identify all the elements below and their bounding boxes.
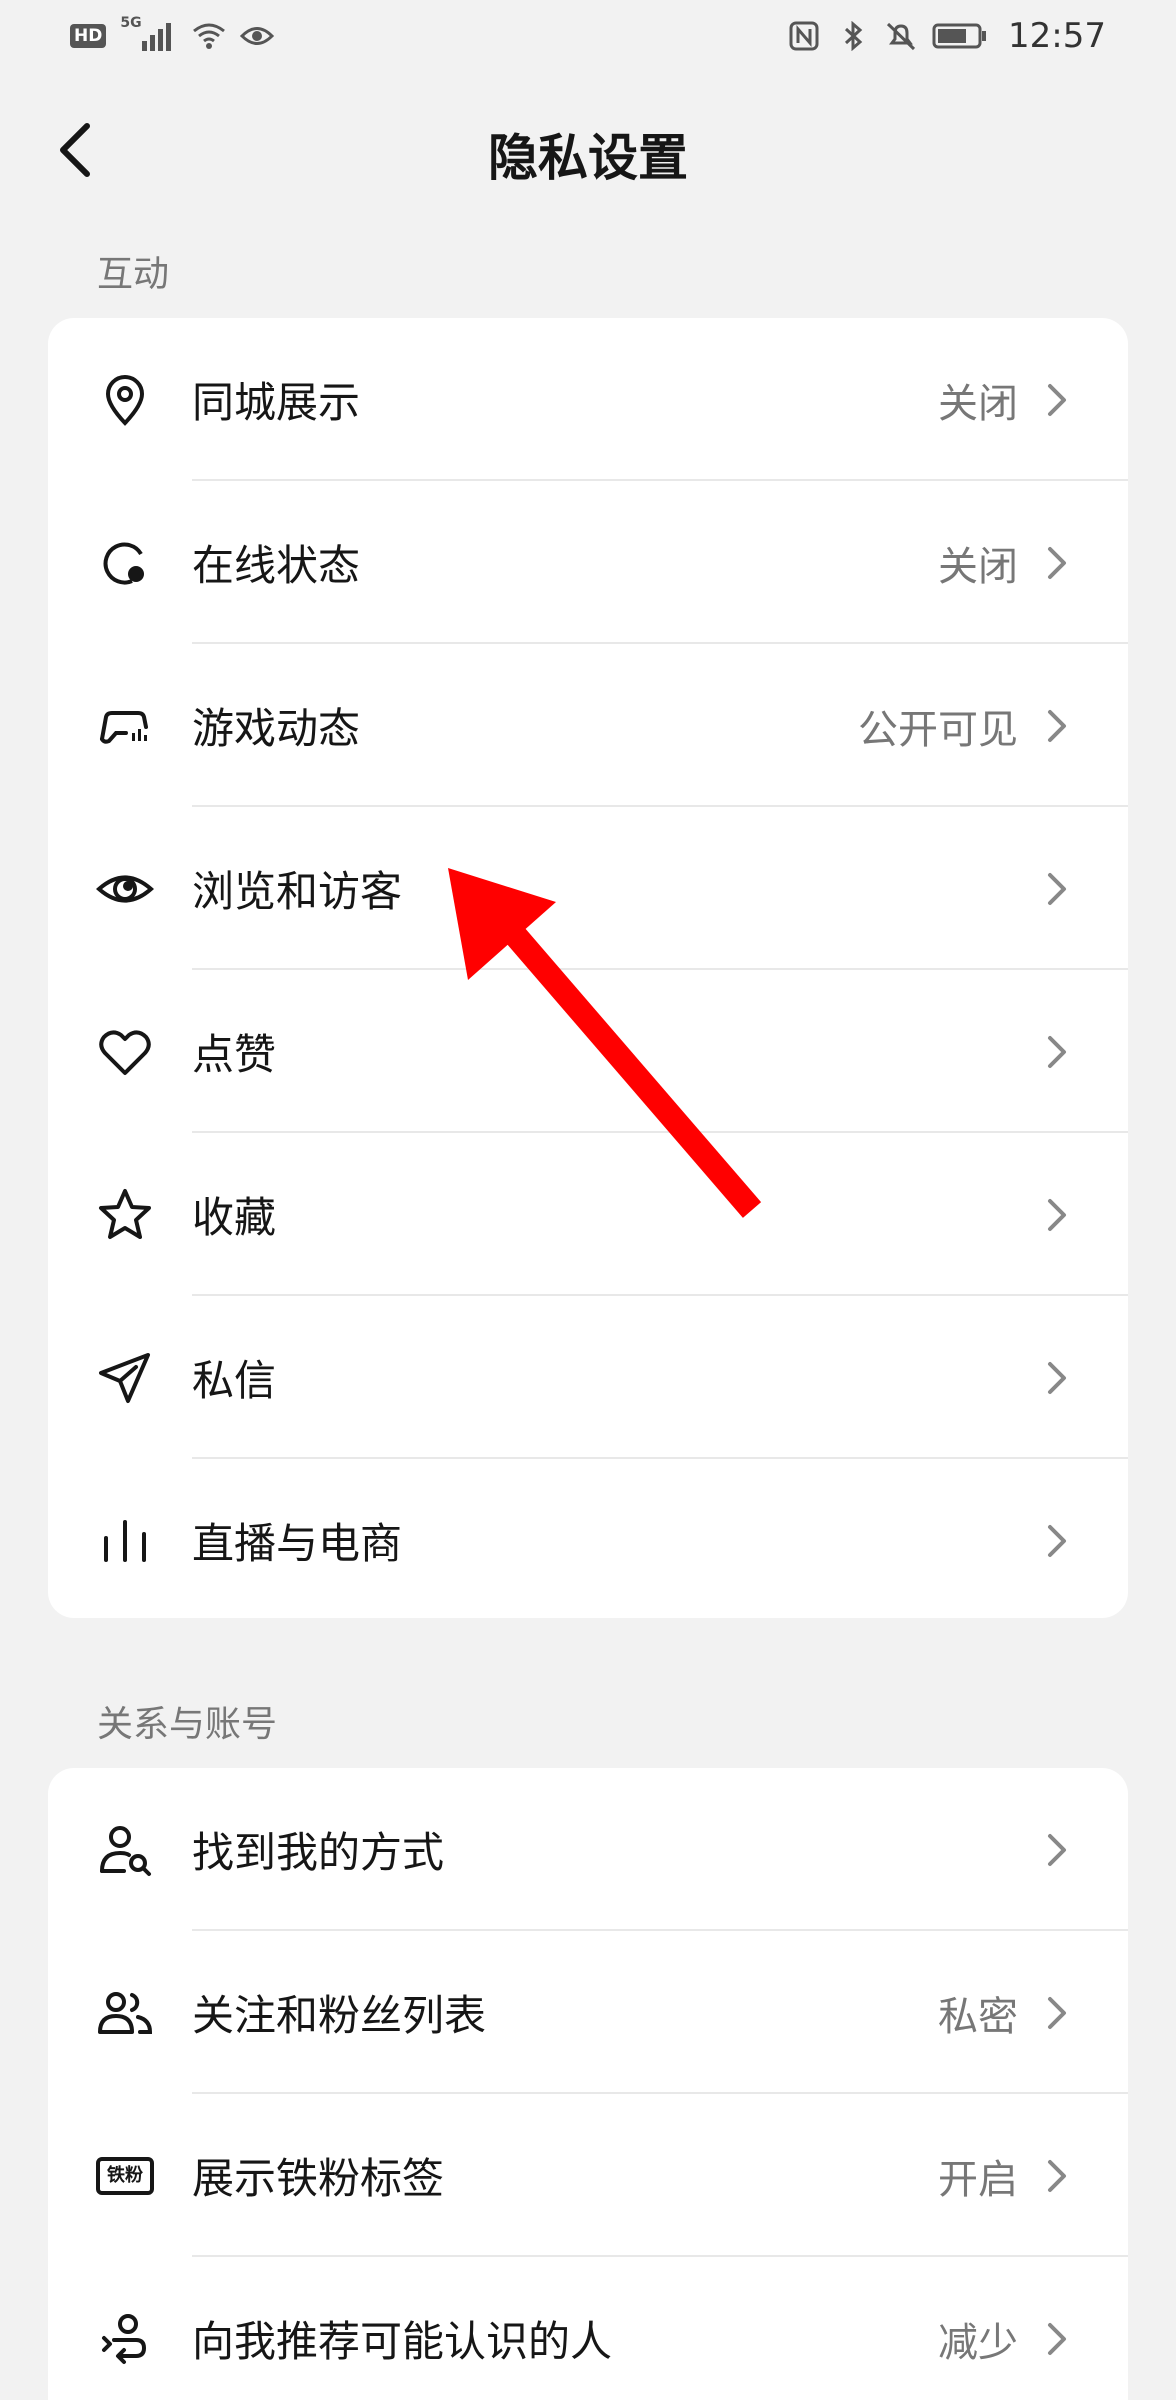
setting-value: 私密 <box>938 1993 1018 2040</box>
setting-row-online-status[interactable]: 在线状态 关闭 <box>48 481 1128 644</box>
setting-label: 找到我的方式 <box>192 1828 445 1877</box>
chevron-right-icon <box>1048 1361 1066 1394</box>
setting-label: 游戏动态 <box>192 704 361 753</box>
privacy-settings-screen: HD 5G 12:57 隐私设置 互动 同城展示 关闭 在线状态 关闭 游戏动态… <box>0 0 1176 2400</box>
setting-label: 在线状态 <box>192 541 361 590</box>
setting-row-nearby-display[interactable]: 同城展示 关闭 <box>48 318 1128 481</box>
setting-row-follow-and-fans-list[interactable]: 关注和粉丝列表 私密 <box>48 1931 1128 2094</box>
online-status-icon <box>96 534 154 592</box>
setting-label: 同城展示 <box>192 378 361 427</box>
battery-icon <box>932 23 987 49</box>
bell-off-icon <box>886 22 916 51</box>
recommend-user-icon <box>96 2310 154 2368</box>
chevron-right-icon <box>1048 1833 1066 1866</box>
bars-icon <box>96 1512 154 1570</box>
setting-row-favorites[interactable]: 收藏 <box>48 1133 1128 1296</box>
hd-badge: HD <box>70 24 107 48</box>
section-label-interaction: 互动 <box>97 254 170 295</box>
star-icon <box>96 1186 154 1244</box>
fan-badge-text: 铁粉 <box>107 2164 143 2186</box>
setting-label: 直播与电商 <box>192 1519 403 1568</box>
game-controller-icon <box>96 697 154 755</box>
user-search-icon <box>96 1821 154 1879</box>
setting-row-find-me[interactable]: 找到我的方式 <box>48 1768 1128 1931</box>
setting-value: 公开可见 <box>858 706 1018 753</box>
setting-label: 向我推荐可能认识的人 <box>192 2317 613 2366</box>
chevron-right-icon <box>1048 872 1066 905</box>
setting-label: 展示铁粉标签 <box>192 2154 445 2203</box>
setting-value: 关闭 <box>938 380 1018 427</box>
chevron-right-icon <box>1048 1996 1066 2029</box>
network-type: 5G <box>120 15 178 53</box>
interaction-settings-card: 同城展示 关闭 在线状态 关闭 游戏动态 公开可见 浏览和访客 点赞 收藏 私信… <box>48 318 1128 1618</box>
chevron-right-icon <box>1048 2322 1066 2355</box>
chevron-right-icon <box>1048 546 1066 579</box>
setting-label: 点赞 <box>192 1030 277 1079</box>
setting-row-live-and-ecommerce[interactable]: 直播与电商 <box>48 1459 1128 1618</box>
setting-label: 私信 <box>192 1356 277 1405</box>
eye-icon <box>240 27 275 45</box>
setting-row-views-and-visitors[interactable]: 浏览和访客 <box>48 807 1128 970</box>
chevron-right-icon <box>1048 383 1066 416</box>
chevron-right-icon <box>1048 1524 1066 1557</box>
setting-row-direct-messages[interactable]: 私信 <box>48 1296 1128 1459</box>
clock: 12:57 <box>1008 16 1106 56</box>
section-label-relationships-account: 关系与账号 <box>97 1704 278 1745</box>
chevron-right-icon <box>1048 2159 1066 2192</box>
setting-value: 减少 <box>938 2319 1018 2366</box>
location-pin-icon <box>96 371 154 429</box>
setting-label: 浏览和访客 <box>192 867 403 916</box>
setting-label: 关注和粉丝列表 <box>192 1991 487 2040</box>
chevron-right-icon <box>1048 709 1066 742</box>
nfc-icon <box>789 21 819 51</box>
setting-row-recommend-people[interactable]: 向我推荐可能认识的人 减少 <box>48 2257 1128 2400</box>
setting-label: 收藏 <box>192 1193 277 1242</box>
page-title: 隐私设置 <box>488 129 688 187</box>
status-bar: HD 5G 12:57 <box>0 0 1176 72</box>
bluetooth-icon <box>844 21 863 51</box>
relationship-settings-card: 找到我的方式 关注和粉丝列表 私密 铁粉 展示铁粉标签 开启 向我推荐可能认识的… <box>48 1768 1128 2400</box>
signal-icon <box>142 23 172 51</box>
setting-row-likes[interactable]: 点赞 <box>48 970 1128 1133</box>
heart-icon <box>96 1023 154 1081</box>
chevron-right-icon <box>1048 1035 1066 1068</box>
chevron-right-icon <box>1048 1198 1066 1231</box>
wifi-icon <box>193 23 226 49</box>
setting-row-show-fan-badge[interactable]: 铁粉 展示铁粉标签 开启 <box>48 2094 1128 2257</box>
paper-plane-icon <box>96 1349 154 1407</box>
fan-badge-icon: 铁粉 <box>96 2147 154 2205</box>
status-bar-right: 12:57 <box>788 16 1106 56</box>
status-bar-left: HD 5G <box>70 15 275 53</box>
eye-icon <box>96 860 154 918</box>
setting-value: 开启 <box>938 2156 1018 2203</box>
setting-row-game-activity[interactable]: 游戏动态 公开可见 <box>48 644 1128 807</box>
users-icon <box>96 1984 154 2042</box>
navigation-bar: 隐私设置 <box>0 90 1176 210</box>
setting-value: 关闭 <box>938 543 1018 590</box>
